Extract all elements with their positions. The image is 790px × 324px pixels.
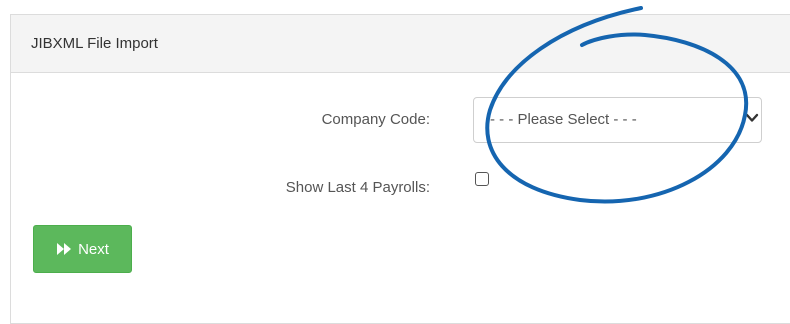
company-code-label: Company Code: xyxy=(321,111,430,128)
fast-forward-icon xyxy=(57,243,72,255)
jibxml-import-panel: JIBXML File Import Company Code: - - - P… xyxy=(10,14,790,324)
company-code-selected-value: - - - Please Select - - - xyxy=(490,111,637,128)
show-payrolls-checkbox[interactable] xyxy=(475,172,489,186)
show-payrolls-label: Show Last 4 Payrolls: xyxy=(285,179,430,196)
panel-title: JIBXML File Import xyxy=(11,15,790,73)
next-button[interactable]: Next xyxy=(33,225,132,273)
next-button-label: Next xyxy=(78,240,109,258)
company-code-select[interactable]: - - - Please Select - - - xyxy=(473,97,762,143)
chevron-down-icon xyxy=(745,113,759,122)
